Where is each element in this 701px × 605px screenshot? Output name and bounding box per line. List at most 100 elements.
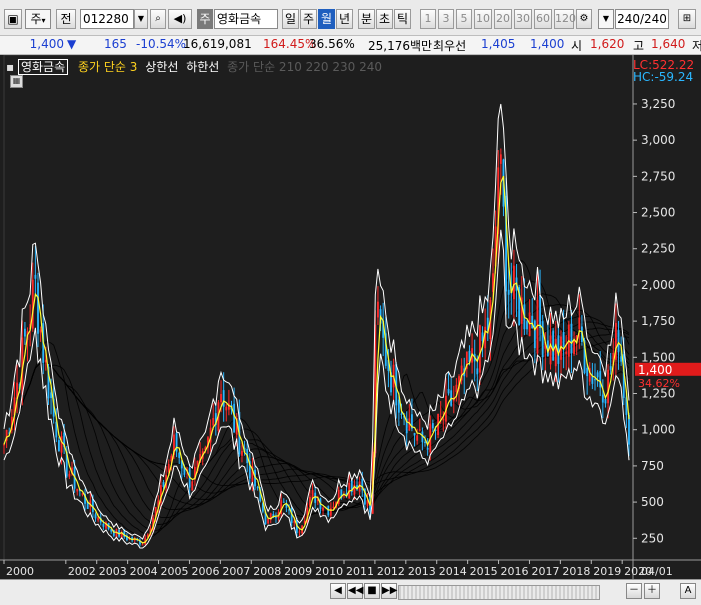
period-tab-1[interactable]: 주 — [300, 9, 317, 29]
rewind-button[interactable]: ◀◀ — [347, 583, 363, 599]
legend-ma-long[interactable]: 종가 단순 210 220 230 240 — [227, 60, 382, 74]
low-label: 저 — [692, 39, 701, 53]
candle-body — [34, 274, 37, 279]
candle-body — [141, 544, 144, 546]
candle-body — [241, 450, 243, 456]
candle-body — [552, 330, 555, 361]
candle-body — [275, 517, 277, 519]
period-tab-6[interactable]: 틱 — [394, 9, 411, 29]
legend-stock-name[interactable]: 영화금속 — [17, 59, 69, 75]
legend-ma3[interactable]: 종가 단순 3 — [78, 60, 137, 74]
candle-body — [225, 406, 228, 411]
stock-chart-area[interactable]: 250 500 750 1,000 1,250 1,500 1,750 2,000 2,250 2… — [0, 55, 701, 579]
price-chart[interactable]: 2505007501,0001,2501,5001,7502,0002,2502… — [0, 55, 701, 579]
high-price: 1,640 — [651, 37, 686, 51]
interval-button-60[interactable]: 60 — [534, 9, 552, 29]
y-tick-label: 2,000 — [641, 278, 675, 292]
turnover: 36.56% — [309, 37, 355, 51]
interval-button-30[interactable]: 30 — [514, 9, 532, 29]
candle-body — [533, 320, 536, 349]
candle-body — [91, 498, 94, 512]
chart-type-icon[interactable]: ▣ — [4, 9, 22, 29]
candle-body — [327, 506, 330, 516]
candle-body — [222, 390, 225, 407]
scroll-track[interactable] — [398, 585, 600, 600]
period-tab-0[interactable]: 일 — [282, 9, 299, 29]
x-tick-label: 2014 — [439, 565, 467, 578]
type-badge: 주 — [197, 9, 213, 29]
interval-button-120[interactable]: 120 — [554, 9, 576, 29]
stock-code-value: 012280 — [83, 12, 129, 26]
interval-button-5[interactable]: 5 — [456, 9, 472, 29]
quote-info-bar: 1,400 ▼ 165 -10.54% 16,619,081 164.45% 3… — [0, 36, 701, 55]
candle-body — [439, 416, 442, 418]
y-tick-label: 1,000 — [641, 423, 675, 437]
count-dropdown-icon[interactable]: ▼ — [598, 9, 614, 29]
current-price: 1,400 — [29, 37, 64, 51]
interval-button-10[interactable]: 10 — [474, 9, 492, 29]
grid-icon[interactable]: ▦ — [10, 75, 23, 88]
period-tab-4[interactable]: 분 — [358, 9, 375, 29]
code-dropdown-icon[interactable]: ▼ — [134, 9, 148, 29]
candle-body — [541, 321, 544, 358]
current-pct-label: 34.62% — [638, 377, 680, 390]
candle-body — [539, 295, 541, 329]
candle-body — [162, 482, 165, 487]
plot-frame — [3, 55, 634, 561]
chart-scroll-bar: ◀ ◀◀ ■ ▶▶ － ＋ A — [0, 579, 701, 605]
fast-forward-button[interactable]: ▶▶ — [381, 583, 397, 599]
x-tick-label: 2010 — [315, 565, 343, 578]
period-tab-2[interactable]: 월 — [318, 9, 335, 29]
zoom-in-button[interactable]: ＋ — [644, 583, 660, 599]
candle-body — [220, 394, 222, 403]
y-tick-label: 500 — [641, 495, 664, 509]
candle-body — [431, 423, 434, 429]
y-tick-label: 1,750 — [641, 314, 675, 328]
candle-body — [424, 441, 426, 443]
candle-body — [573, 339, 575, 354]
y-tick-label: 2,500 — [641, 206, 675, 220]
legend-lower[interactable]: 하한선 — [186, 60, 219, 74]
period-tab-3[interactable]: 년 — [336, 9, 353, 29]
interval-button-1[interactable]: 1 — [420, 9, 436, 29]
high-label: 고 — [633, 39, 645, 53]
candle-body — [416, 435, 419, 441]
interval-button-3[interactable]: 3 — [438, 9, 454, 29]
period-select[interactable]: 주▾ — [25, 9, 51, 29]
interval-button-20[interactable]: 20 — [494, 9, 512, 29]
count-input[interactable]: 240/240 — [615, 9, 669, 29]
settings-icon[interactable]: ⚙ — [576, 9, 592, 29]
search-icon[interactable]: ⌕ — [150, 9, 166, 29]
stop-button[interactable]: ■ — [364, 583, 380, 599]
candle-body — [586, 367, 589, 377]
layout-icon[interactable]: ⊞ — [678, 9, 696, 29]
x-tick-label: 2008 — [253, 565, 281, 578]
sound-icon[interactable]: ◀) — [168, 9, 192, 29]
stock-code-input[interactable]: 012280 — [80, 9, 134, 29]
auto-scale-button[interactable]: A — [680, 583, 696, 599]
candle-body — [39, 329, 42, 333]
candle-body — [604, 399, 607, 404]
x-tick-label: 2000 — [6, 565, 34, 578]
stock-name-field[interactable]: 영화금속 — [214, 9, 278, 29]
x-tick-label: 2016 — [501, 565, 529, 578]
candle-body — [442, 418, 445, 421]
prev-button[interactable]: 전 — [56, 9, 76, 29]
candle-body — [94, 514, 97, 519]
candle-body — [562, 331, 565, 347]
candle-body — [178, 452, 181, 458]
candle-body — [507, 289, 510, 295]
period-tab-5[interactable]: 초 — [376, 9, 393, 29]
x-tick-label: 2015 — [470, 565, 498, 578]
zoom-out-button[interactable]: － — [626, 583, 642, 599]
candle-body — [426, 447, 429, 450]
stock-name: 영화금속 — [217, 12, 262, 26]
x-tick-label: 2004 — [130, 565, 158, 578]
candle-body — [76, 488, 79, 492]
candle-body — [37, 282, 39, 334]
legend-upper[interactable]: 상한선 — [145, 60, 178, 74]
y-tick-label: 3,000 — [641, 133, 675, 147]
candle-body — [628, 414, 630, 445]
candle-body — [476, 368, 479, 375]
scroll-left-button[interactable]: ◀ — [330, 583, 346, 599]
